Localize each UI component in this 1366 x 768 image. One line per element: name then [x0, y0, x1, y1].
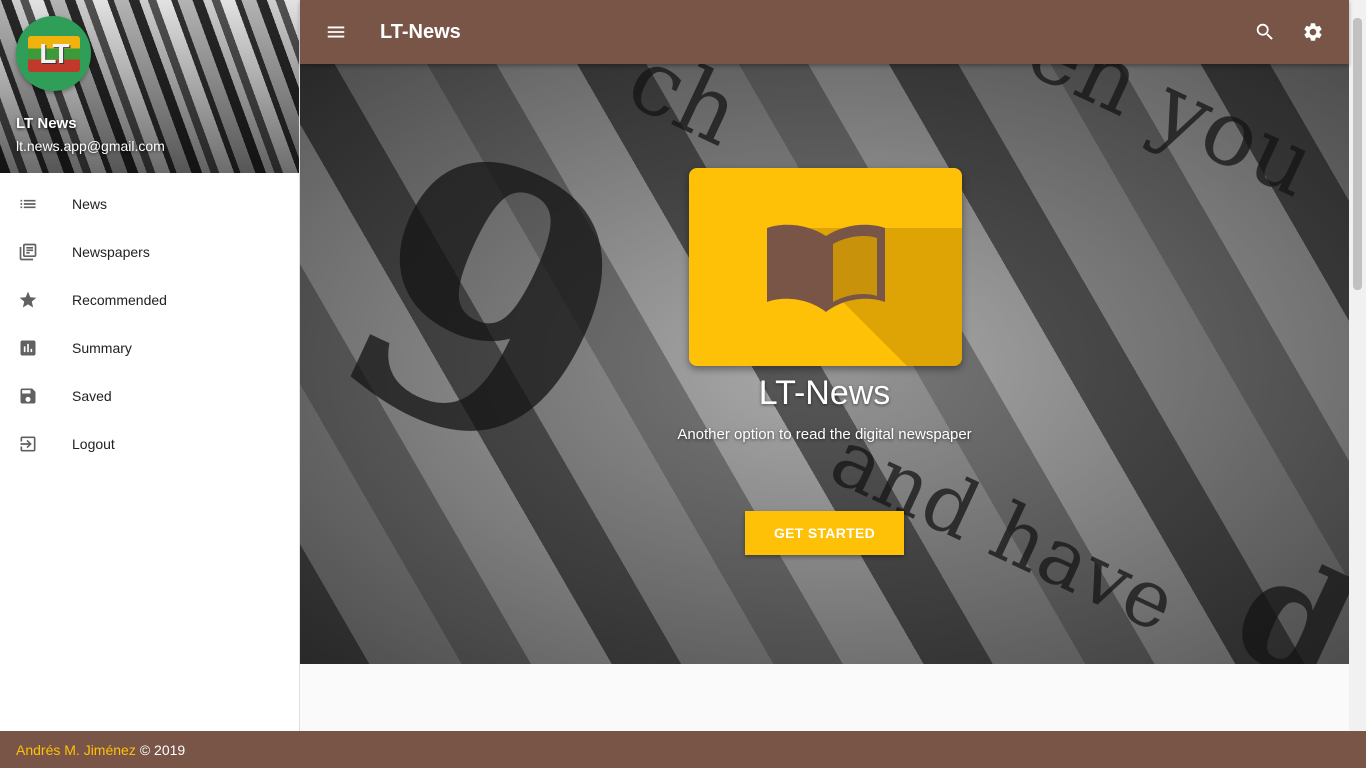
sidebar-item-label: Recommended: [72, 292, 167, 308]
hero-logo: [689, 168, 962, 366]
list-icon: [0, 194, 72, 214]
drawer-header: LT LT News lt.news.app@gmail.com: [0, 0, 299, 173]
footer: Andrés M. Jiménez © 2019: [0, 731, 1366, 768]
app-title: LT-News: [380, 20, 461, 43]
star-icon: [0, 290, 72, 310]
hero-subtitle: Another option to read the digital newsp…: [677, 426, 972, 443]
sidebar-item-logout[interactable]: Logout: [0, 420, 299, 468]
newspaper-background-decoration: en you: [1011, 64, 1331, 219]
logout-icon: [0, 434, 72, 454]
app-logo: LT: [27, 35, 80, 72]
user-email: lt.news.app@gmail.com: [16, 138, 165, 154]
save-icon: [0, 386, 72, 406]
page-scrollbar[interactable]: [1349, 0, 1366, 731]
navigation-drawer: LT LT News lt.news.app@gmail.com News Ne…: [0, 0, 300, 731]
sidebar-item-news[interactable]: News: [0, 180, 299, 228]
user-name: LT News: [16, 115, 77, 132]
sidebar-item-label: Saved: [72, 388, 112, 404]
sidebar-item-newspapers[interactable]: Newspapers: [0, 228, 299, 276]
sidebar-item-label: Logout: [72, 436, 115, 452]
open-book-icon: [767, 224, 885, 312]
bar-chart-icon: [0, 338, 72, 358]
footer-author: Andrés M. Jiménez: [16, 741, 136, 758]
menu-icon: [327, 26, 345, 38]
search-icon: [1256, 23, 1273, 40]
library-books-icon: [0, 242, 72, 262]
sidebar-item-summary[interactable]: Summary: [0, 324, 299, 372]
footer-copyright: © 2019: [139, 741, 186, 758]
search-button[interactable]: [1253, 20, 1277, 44]
hero-banner: 9 en you and have di ch LT-News Another …: [300, 64, 1349, 664]
drawer-menu: News Newspapers Recommended Summary Save…: [0, 173, 299, 468]
sidebar-item-label: News: [72, 196, 108, 212]
get-started-button[interactable]: GET STARTED: [745, 511, 904, 555]
newspaper-background-decoration: di: [1210, 518, 1349, 664]
settings-button[interactable]: [1301, 20, 1325, 44]
sidebar-item-label: Summary: [72, 340, 132, 356]
avatar[interactable]: LT: [16, 16, 91, 91]
scrollbar-thumb[interactable]: [1353, 18, 1362, 290]
sidebar-item-saved[interactable]: Saved: [0, 372, 299, 420]
toolbar-actions: [1253, 20, 1325, 44]
menu-button[interactable]: [324, 20, 348, 44]
sidebar-item-label: Newspapers: [72, 244, 150, 260]
newspaper-background-decoration: 9: [300, 64, 689, 551]
app-bar: LT-News: [300, 0, 1349, 64]
gear-icon: [1304, 23, 1322, 41]
hero-title: LT-News: [758, 374, 891, 412]
sidebar-item-recommended[interactable]: Recommended: [0, 276, 299, 324]
